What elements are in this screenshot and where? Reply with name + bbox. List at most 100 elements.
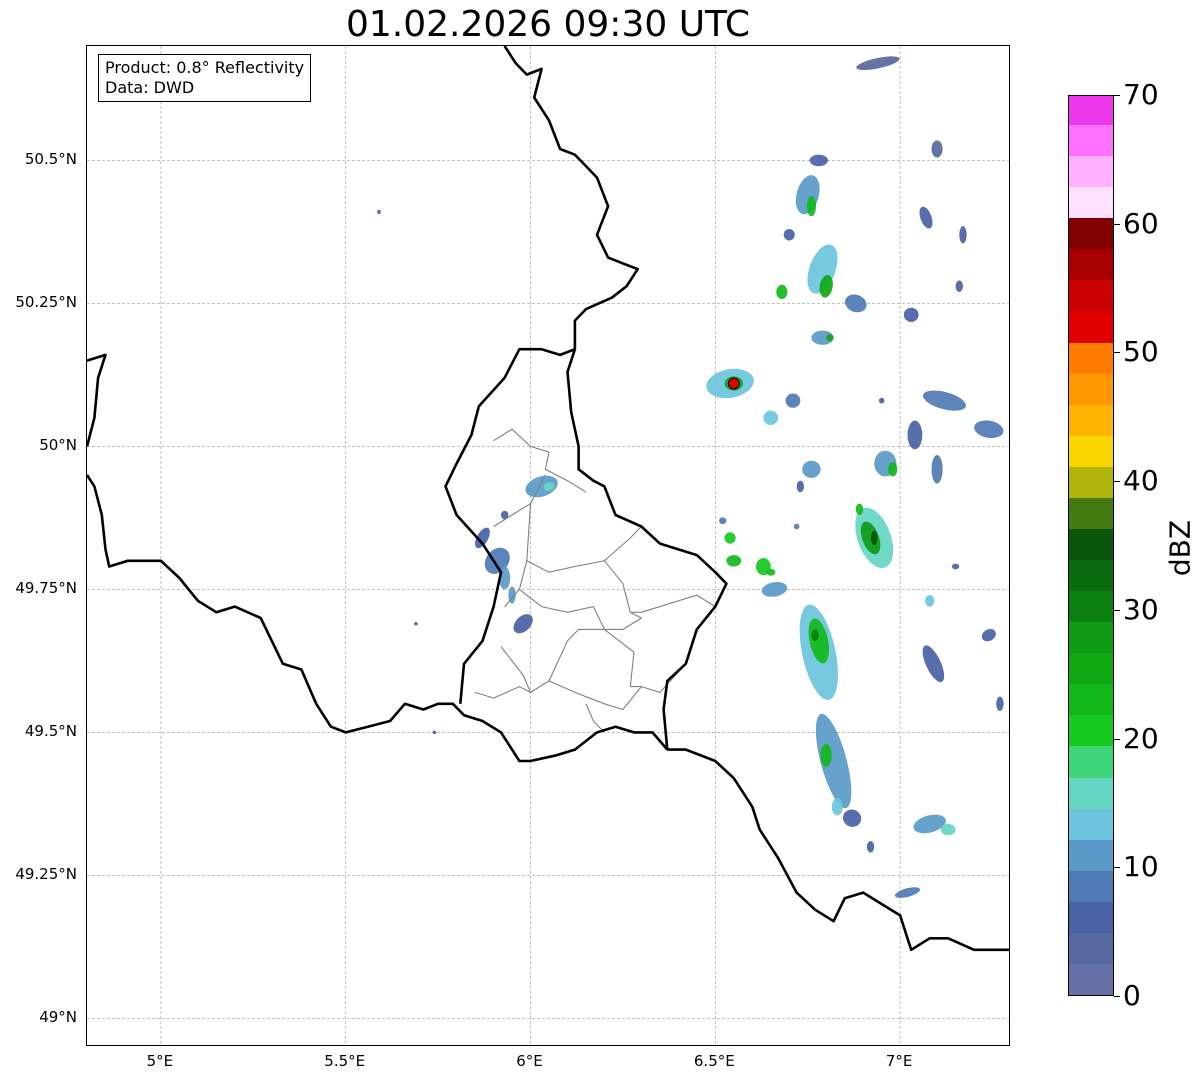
admin-border bbox=[604, 611, 643, 630]
radar-site-marker bbox=[727, 377, 740, 390]
admin-border bbox=[519, 588, 605, 630]
colorbar-segment bbox=[1069, 621, 1113, 654]
echo-cell bbox=[844, 294, 867, 313]
colorbar-segment bbox=[1069, 776, 1113, 809]
echo-cell bbox=[811, 629, 819, 641]
colorbar-unit-label: dBZ bbox=[1163, 519, 1197, 577]
map-canvas[interactable] bbox=[87, 46, 1010, 1046]
echo-cell bbox=[922, 645, 945, 683]
product-label: Product: 0.8° Reflectivity bbox=[105, 58, 305, 77]
colorbar-segment bbox=[1069, 124, 1113, 157]
colorbar-segment bbox=[1069, 186, 1113, 219]
echo-cell bbox=[931, 140, 943, 158]
country-borders bbox=[87, 46, 1009, 952]
echo-cell bbox=[432, 730, 437, 735]
echo-cell bbox=[763, 410, 779, 425]
echo-cell bbox=[925, 595, 935, 607]
map-frame[interactable]: Product: 0.8° Reflectivity Data: DWD bbox=[86, 45, 1010, 1046]
echo-cell bbox=[377, 209, 381, 215]
echo-cell bbox=[919, 206, 933, 229]
echo-cell bbox=[951, 563, 960, 570]
colorbar-tick bbox=[1114, 223, 1120, 225]
colorbar-segment bbox=[1069, 590, 1113, 623]
colorbar-segment bbox=[1069, 435, 1113, 467]
colorbar-tick bbox=[1114, 95, 1120, 96]
echo-cell bbox=[783, 229, 795, 241]
colorbar-segment bbox=[1069, 373, 1113, 405]
echo-cell bbox=[809, 154, 829, 167]
echo-cell bbox=[796, 480, 805, 493]
echo-cell bbox=[907, 420, 923, 450]
colorbar-segment bbox=[1069, 248, 1113, 281]
colorbar-segment bbox=[1069, 652, 1113, 685]
colorbar-tick-label: 60 bbox=[1123, 206, 1159, 240]
colorbar-tick bbox=[1114, 352, 1120, 354]
lon-tick-label: 5°E bbox=[146, 1052, 174, 1070]
colorbar-segment bbox=[1069, 497, 1113, 529]
colorbar-tick-label: 10 bbox=[1123, 850, 1159, 884]
echo-cell bbox=[525, 475, 558, 498]
echo-cell bbox=[866, 841, 875, 853]
echo-cell bbox=[959, 226, 967, 244]
echo-cell bbox=[826, 334, 834, 342]
echo-cell bbox=[981, 628, 996, 642]
echo-cell bbox=[802, 460, 821, 478]
colorbar-tick-label: 30 bbox=[1123, 592, 1159, 626]
colorbar-segment bbox=[1069, 559, 1113, 592]
echo-cell bbox=[761, 582, 788, 597]
colorbar-segment bbox=[1069, 870, 1113, 902]
country-border bbox=[87, 474, 669, 763]
admin-border bbox=[585, 703, 605, 733]
colorbar-segment bbox=[1069, 932, 1113, 964]
colorbar-tick bbox=[1114, 996, 1120, 997]
echo-cell bbox=[513, 614, 533, 634]
echo-cell bbox=[996, 696, 1004, 711]
country-border bbox=[503, 46, 728, 750]
admin-borders bbox=[474, 428, 716, 733]
radar-echoes bbox=[377, 56, 1004, 898]
info-box: Product: 0.8° Reflectivity Data: DWD bbox=[98, 54, 312, 102]
echo-cell bbox=[842, 809, 862, 827]
admin-border bbox=[500, 646, 687, 711]
admin-border bbox=[604, 628, 642, 688]
colorbar bbox=[1068, 95, 1114, 996]
colorbar-segment bbox=[1069, 528, 1113, 561]
data-source-label: Data: DWD bbox=[105, 78, 195, 97]
echo-cell bbox=[414, 622, 418, 626]
colorbar-tick-label: 20 bbox=[1123, 721, 1159, 755]
colorbar-segment bbox=[1069, 808, 1113, 840]
colorbar-segment bbox=[1069, 279, 1113, 312]
echo-cell bbox=[831, 798, 843, 816]
colorbar-segment bbox=[1069, 341, 1113, 374]
colorbar-segment bbox=[1069, 155, 1113, 188]
admin-border bbox=[603, 560, 716, 613]
colorbar-segment bbox=[1069, 963, 1113, 995]
colorbar-tick-label: 70 bbox=[1123, 78, 1159, 111]
echo-cell bbox=[806, 196, 817, 217]
admin-border bbox=[526, 503, 642, 573]
lon-tick-label: 5.5°E bbox=[324, 1052, 366, 1070]
echo-cell bbox=[785, 393, 801, 408]
colorbar-segment bbox=[1069, 96, 1113, 126]
country-border bbox=[444, 347, 576, 704]
radar-site bbox=[727, 377, 740, 390]
echo-cell bbox=[475, 527, 490, 549]
colorbar-tick bbox=[1114, 867, 1120, 869]
echo-cell bbox=[719, 517, 727, 525]
echo-cell bbox=[726, 555, 742, 567]
echo-cell bbox=[894, 887, 921, 898]
lat-tick-label: 50.25°N bbox=[15, 293, 77, 312]
map-title: 01.02.2026 09:30 UTC bbox=[345, 4, 751, 45]
echo-cell bbox=[766, 568, 776, 576]
echo-cell bbox=[776, 284, 788, 300]
colorbar-segment bbox=[1069, 901, 1113, 933]
echo-cell bbox=[855, 503, 864, 516]
colorbar-segment bbox=[1069, 745, 1113, 778]
lat-tick-label: 49.75°N bbox=[15, 579, 77, 598]
colorbar-segment bbox=[1069, 466, 1113, 498]
lat-tick-label: 50.5°N bbox=[24, 150, 77, 169]
echo-cell bbox=[940, 823, 956, 836]
echo-cell bbox=[903, 307, 919, 322]
colorbar-tick bbox=[1114, 738, 1120, 740]
echo-cell bbox=[931, 454, 943, 484]
